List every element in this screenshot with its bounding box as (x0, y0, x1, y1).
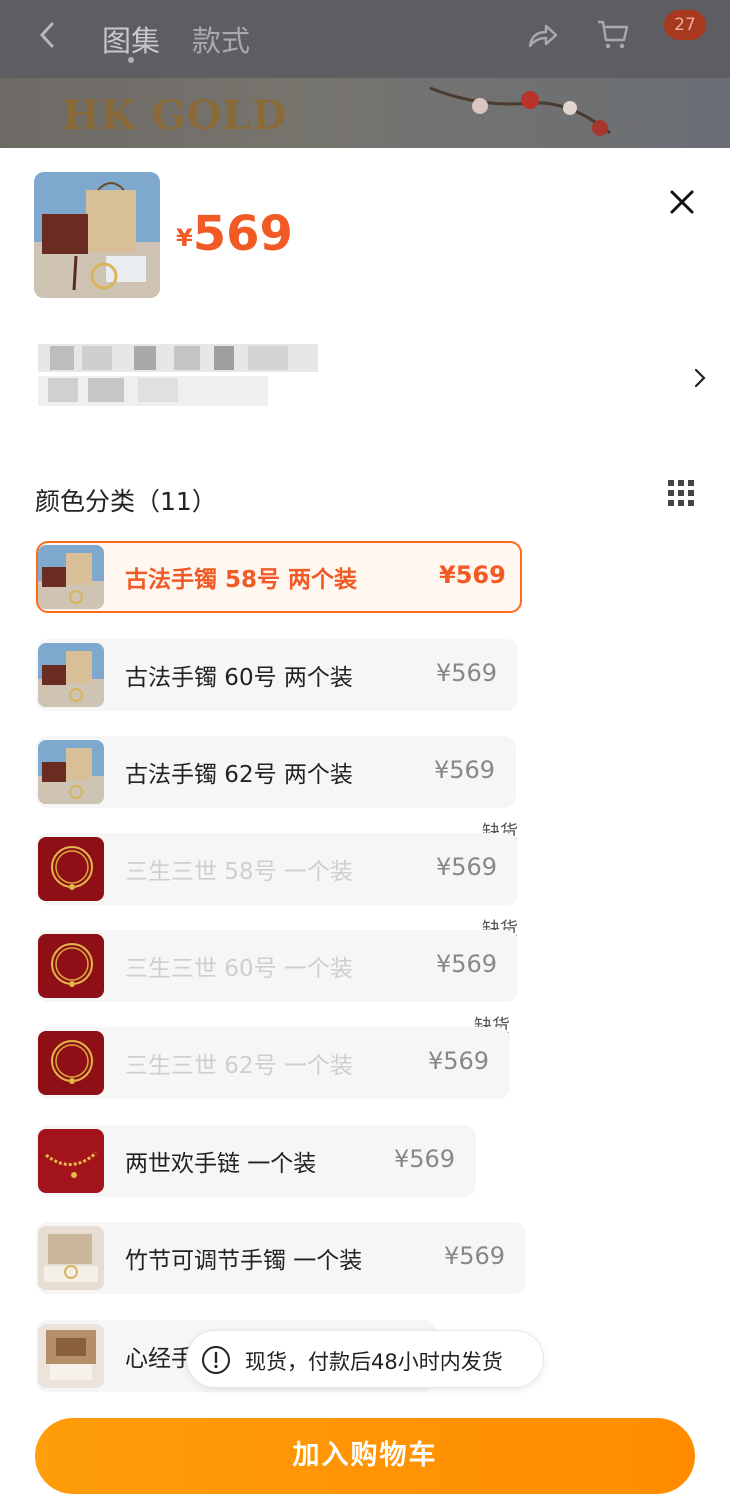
gift-box-image (34, 172, 160, 298)
sku-gift-box-image (38, 643, 104, 707)
cart-icon[interactable] (596, 18, 630, 52)
sku-gift-box-image (38, 545, 104, 609)
sku-option-price: ¥569 (436, 950, 498, 978)
sku-option-price: ¥569 (436, 659, 498, 687)
currency-symbol: ¥ (176, 224, 193, 252)
sku-red-card-image (38, 934, 104, 998)
sku-option-price: ¥569 (428, 1047, 490, 1075)
sku-option-label: 两世欢手链 一个装 (125, 1151, 317, 1177)
sku-option-price: ¥569 (444, 1242, 506, 1270)
back-icon[interactable] (34, 18, 60, 52)
grid-view-icon[interactable] (666, 478, 696, 508)
sku-option-label: 古法手镯 58号 两个装 (125, 567, 358, 593)
sku-option-price: ¥569 (394, 1145, 456, 1173)
sku-wood-box-image (38, 1324, 104, 1388)
share-icon[interactable] (526, 20, 558, 52)
sku-option-price: ¥569 (434, 756, 496, 784)
banner-logo: HK GOLD (62, 92, 288, 139)
sku-option-label: 古法手镯 60号 两个装 (125, 665, 353, 691)
sku-gift-box-image (38, 740, 104, 804)
sku-red-chain-image (38, 1129, 104, 1193)
cart-count-badge: 27 (664, 10, 706, 40)
plum-branch-decoration (429, 86, 611, 136)
active-tab-indicator (128, 57, 134, 63)
price-value: 569 (192, 206, 293, 262)
tab-styles[interactable]: 款式 (192, 18, 250, 60)
selected-product-thumbnail[interactable] (34, 172, 160, 298)
sku-option-price: ¥569 (436, 853, 498, 881)
selected-price: ¥569 (176, 206, 293, 262)
sku-selection-sheet: ¥569 颜色分类（11） 古法手镯 58号 两个装 ¥569 古法手镯 60号… (0, 148, 730, 1509)
sku-option-label: 三生三世 60号 一个装 (125, 956, 353, 982)
sku-option-label: 三生三世 58号 一个装 (125, 859, 353, 885)
redacted-address-block[interactable] (38, 344, 318, 412)
exclamation-circle-icon (202, 1346, 230, 1374)
product-banner: HK GOLD (0, 78, 730, 148)
sku-option-label: 三生三世 62号 一个装 (125, 1053, 353, 1079)
sku-option-label: 竹节可调节手镯 一个装 (125, 1248, 363, 1274)
toast-text: 现货，付款后48小时内发货 (245, 1350, 503, 1374)
sku-option-label: 古法手镯 62号 两个装 (125, 762, 353, 788)
sku-light-box-image (38, 1226, 104, 1290)
shipping-toast: 现货，付款后48小时内发货 (186, 1330, 544, 1388)
color-category-title: 颜色分类（11） (35, 487, 217, 516)
close-icon[interactable] (664, 184, 700, 220)
background-nav-bar: 图集 款式 27 (0, 0, 730, 78)
sku-option-price: ¥569 (439, 561, 506, 589)
sku-red-card-image (38, 1031, 104, 1095)
sku-red-card-image (38, 837, 104, 901)
chevron-right-icon[interactable] (690, 366, 710, 390)
add-to-cart-button[interactable]: 加入购物车 (35, 1418, 695, 1494)
background-product-page: HK GOLD 图集 款式 27 (0, 0, 730, 148)
tab-gallery[interactable]: 图集 (102, 18, 160, 60)
sku-option-label: 心经手 (125, 1346, 194, 1372)
